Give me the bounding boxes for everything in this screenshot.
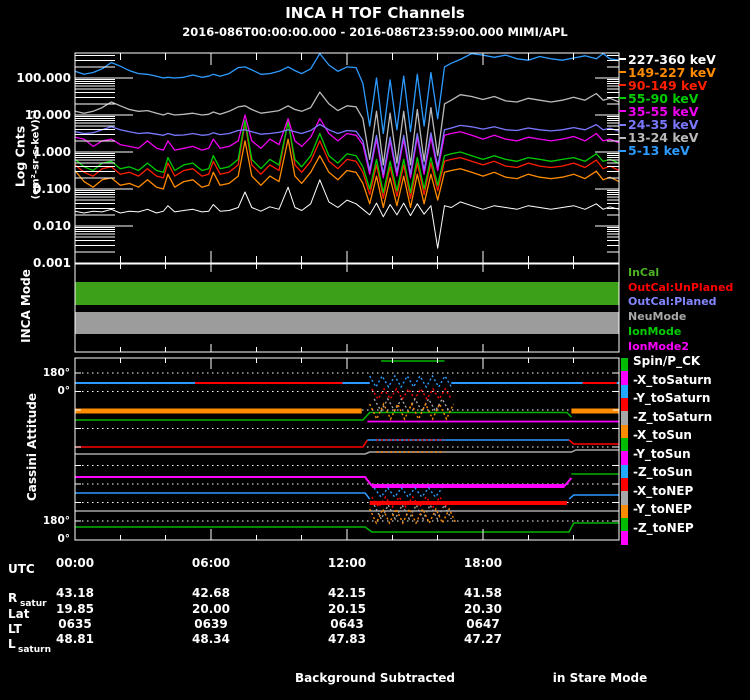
energy-legend-item: 24-35 keV — [619, 118, 698, 131]
footer-background-subtracted: Background Subtracted — [295, 671, 455, 685]
legend-color-dash — [619, 84, 626, 86]
table-value: 43.18 — [56, 586, 94, 600]
y-tick-label: 0.010 — [0, 219, 71, 233]
energy-legend-item: 55-90 keV — [619, 92, 698, 105]
energy-legend-item: 90-149 keV — [619, 79, 707, 92]
legend-color-dash — [619, 97, 626, 99]
table-row-label: UTC — [8, 562, 35, 576]
table-row-label: LT — [8, 622, 22, 636]
attitude-legend-label: -Y_toSaturn — [633, 391, 710, 405]
mode-legend-label: InCal — [628, 266, 659, 279]
attitude-strip-segment — [621, 371, 628, 384]
y-tick-label: 0.100 — [0, 182, 71, 196]
table-row-label-subscript: saturn — [18, 645, 51, 655]
legend-color-dash — [619, 58, 626, 60]
legend-color-dash — [619, 150, 626, 152]
page-title: INCA H TOF Channels — [285, 4, 465, 22]
table-value: 47.27 — [464, 632, 502, 646]
y-tick-label: 10.000 — [0, 108, 71, 122]
attitude-strip-segment — [621, 505, 628, 518]
table-value: 0639 — [194, 617, 227, 631]
attitude-strip-segment — [621, 531, 628, 544]
attitude-strip-segment — [621, 411, 628, 424]
attitude-angle-label: 180° — [0, 367, 70, 379]
attitude-angle-label: 180° — [0, 515, 70, 527]
energy-legend-item: 13-24 keV — [619, 131, 698, 144]
table-value: 48.34 — [192, 632, 230, 646]
y-tick-label: 0.001 — [0, 256, 71, 270]
plot-root: INCA H TOF Channels 2016-086T00:00:00.00… — [0, 0, 750, 700]
table-value: 0643 — [330, 617, 363, 631]
energy-legend-item: 227-360 keV — [619, 53, 716, 66]
legend-color-dash — [619, 71, 626, 73]
table-value: 18:00 — [464, 556, 502, 570]
attitude-color-strip — [621, 358, 628, 545]
attitude-legend-label: -Y_toSun — [633, 447, 691, 461]
table-row-label: R — [8, 591, 17, 605]
energy-legend-label: 5-13 keV — [628, 143, 690, 158]
energy-legend-item: 35-55 keV — [619, 105, 698, 118]
page-subtitle: 2016-086T00:00:00.000 - 2016-086T23:59:0… — [182, 25, 568, 39]
mode-legend-label: NeuMode — [628, 310, 686, 323]
legend-color-dash — [619, 124, 626, 126]
attitude-legend-label: -X_toSun — [633, 428, 692, 442]
attitude-strip-segment — [621, 478, 628, 491]
table-value: 19.85 — [56, 602, 94, 616]
y-tick-label: 1.000 — [0, 145, 71, 159]
attitude-angle-label: 0° — [0, 385, 70, 397]
mode-legend-label: OutCal:Planed — [628, 295, 717, 308]
legend-color-dash — [619, 137, 626, 139]
attitude-strip-segment — [621, 385, 628, 398]
energy-legend-item: 5-13 keV — [619, 144, 690, 157]
attitude-legend-label: Spin/P_CK — [633, 354, 700, 368]
attitude-legend-label: -Y_toNEP — [633, 502, 692, 516]
footer-stare-mode: in Stare Mode — [553, 671, 647, 685]
attitude-legend-label: -Z_toNEP — [633, 521, 694, 535]
attitude-legend-label: -Z_toSun — [633, 465, 692, 479]
table-value: 0635 — [58, 617, 91, 631]
table-value: 00:00 — [56, 556, 94, 570]
table-value: 20.30 — [464, 602, 502, 616]
legend-color-dash — [619, 110, 626, 112]
attitude-legend-label: -X_toSaturn — [633, 373, 712, 387]
table-value: 20.15 — [328, 602, 366, 616]
table-value: 42.15 — [328, 586, 366, 600]
table-value: 41.58 — [464, 586, 502, 600]
y-tick-label: 100.000 — [0, 71, 71, 85]
attitude-angle-label: 0° — [0, 533, 70, 545]
mode-legend-label: OutCal:UnPlaned — [628, 281, 733, 294]
table-row-label: Lat — [8, 607, 29, 621]
table-value: 0647 — [466, 617, 499, 631]
attitude-strip-segment — [621, 491, 628, 504]
attitude-strip-segment — [621, 465, 628, 478]
attitude-legend-label: -Z_toSaturn — [633, 410, 712, 424]
table-row-label: L — [8, 637, 16, 651]
attitude-legend-label: -X_toNEP — [633, 484, 693, 498]
mode-legend-label: IonMode — [628, 325, 681, 338]
table-value: 48.81 — [56, 632, 94, 646]
table-value: 12:00 — [328, 556, 366, 570]
attitude-strip-segment — [621, 451, 628, 464]
mode-legend-label: IonMode2 — [628, 340, 689, 353]
attitude-strip-segment — [621, 518, 628, 531]
table-value: 47.83 — [328, 632, 366, 646]
energy-legend-item: 149-227 keV — [619, 66, 716, 79]
attitude-strip-segment — [621, 425, 628, 438]
table-value: 20.00 — [192, 602, 230, 616]
attitude-strip-segment — [621, 438, 628, 451]
attitude-strip-segment — [621, 358, 628, 371]
attitude-strip-segment — [621, 398, 628, 411]
table-value: 06:00 — [192, 556, 230, 570]
table-value: 42.68 — [192, 586, 230, 600]
